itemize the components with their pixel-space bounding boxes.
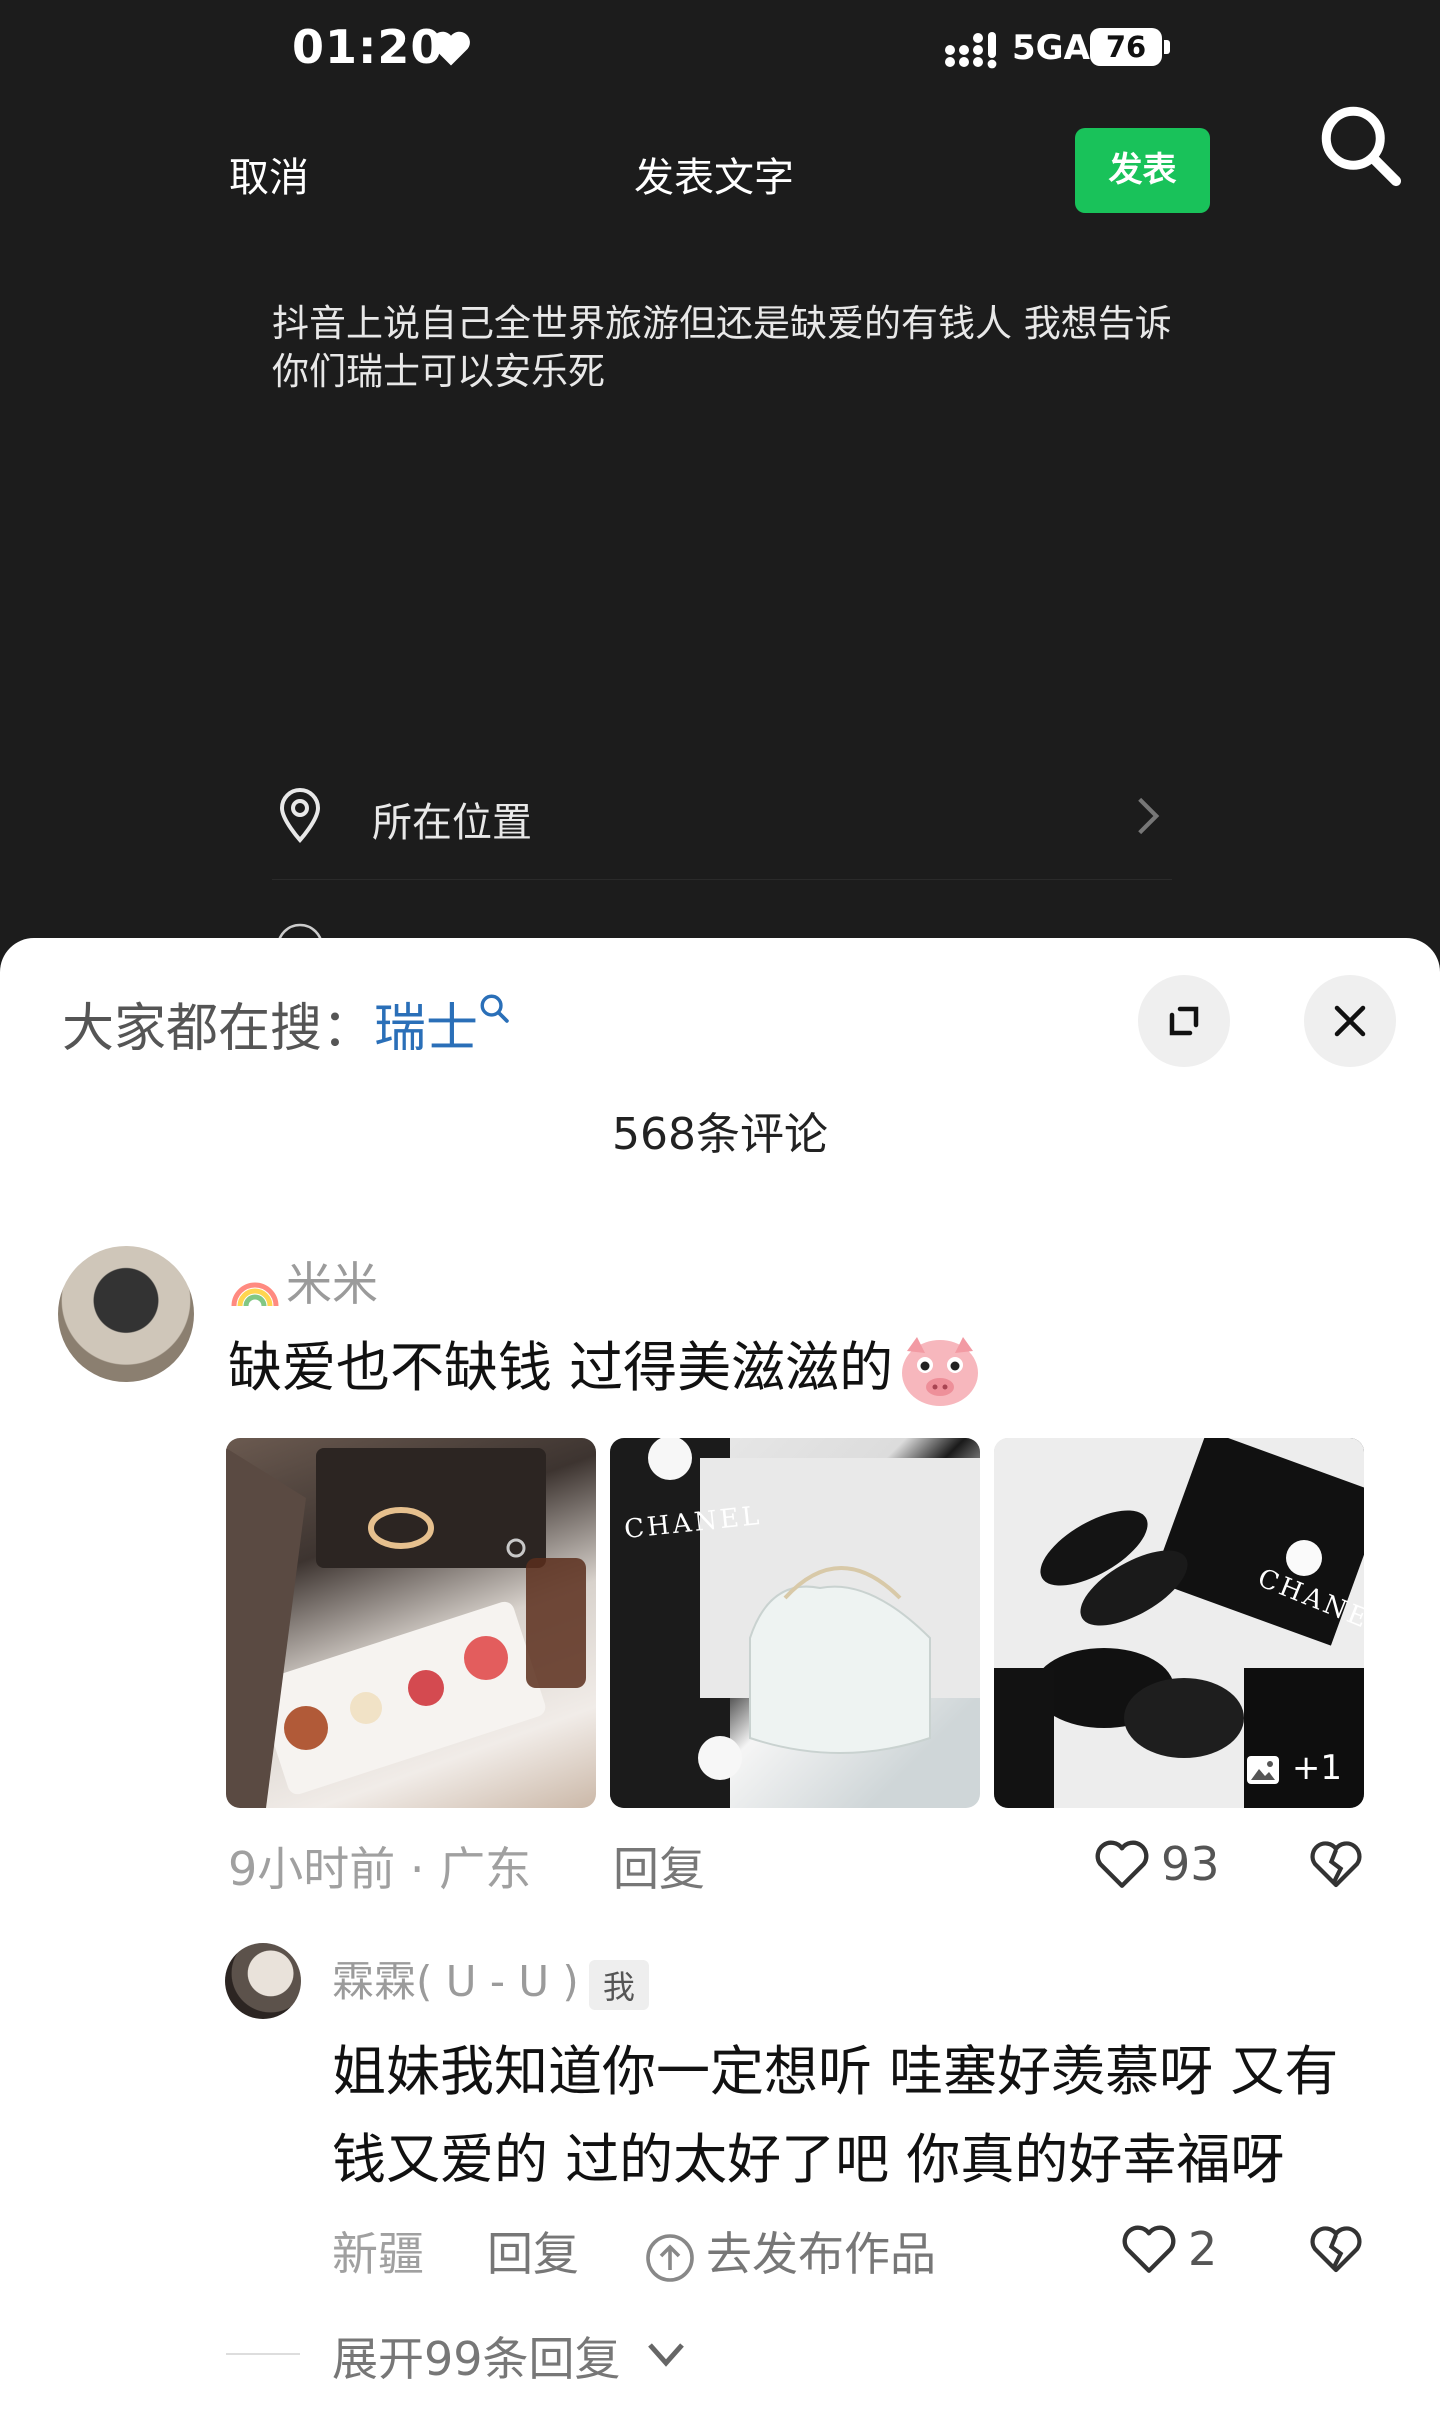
comment-sheet: 大家都在搜：瑞士 568条评论 米米 缺爱也不缺钱 过得美滋滋的 CHANEL … <box>0 938 1440 2427</box>
avatar[interactable] <box>58 1246 194 1382</box>
comment-reply-button[interactable]: 回复 <box>613 1833 705 1899</box>
hot-search-bar[interactable]: 大家都在搜：瑞士 <box>62 986 512 1061</box>
heart-icon <box>432 31 470 66</box>
search-icon[interactable] <box>1315 100 1405 190</box>
location-pin-icon <box>279 788 321 843</box>
location-row[interactable]: 所在位置 <box>272 770 1172 880</box>
more-images-badge: +1 <box>1246 1748 1342 1788</box>
location-label: 所在位置 <box>372 800 532 846</box>
post-text[interactable]: 抖音上说自己全世界旅游但还是缺爱的有钱人 我想告诉你们瑞士可以安乐死 <box>272 300 1172 396</box>
close-icon <box>1334 1005 1366 1037</box>
broken-heart-icon[interactable] <box>1308 2222 1364 2276</box>
signal-icon <box>945 32 997 69</box>
expand-icon <box>1169 1006 1199 1036</box>
comment-username[interactable]: 米米 <box>228 1248 378 1314</box>
reply-reply-button[interactable]: 回复 <box>487 2218 579 2284</box>
handbag-photo <box>610 1438 980 1808</box>
me-tag: 我 <box>588 1959 649 2010</box>
reply-username[interactable]: 霖霖( ᑌ - ᑌ ) 我 <box>332 1948 649 2010</box>
comment-meta: 9小时前 · 广东 回复 93 <box>228 1833 1398 1903</box>
comment-like-button[interactable]: 93 <box>1093 1833 1220 1891</box>
chevron-down-icon <box>648 2343 684 2367</box>
reply-text: 姐妹我知道你一定想听 哇塞好羡慕呀 又有钱又爱的 过的太好了吧 你真的好幸福呀 <box>332 2040 1339 2191</box>
reply-location: 新疆 <box>332 2227 424 2281</box>
comment-image-1[interactable] <box>226 1438 596 1808</box>
heart-outline-icon <box>1122 2225 1176 2273</box>
broken-heart-icon[interactable] <box>1308 1837 1364 1891</box>
rainbow-icon <box>231 1282 279 1306</box>
comment-like-count: 93 <box>1161 1836 1220 1891</box>
divider <box>226 2353 300 2355</box>
comment-username-text: 米米 <box>286 1257 378 1311</box>
expand-button[interactable] <box>1138 975 1230 1067</box>
post-work-label: 去发布作品 <box>706 2227 936 2281</box>
reply-username-text: 霖霖( ᑌ - ᑌ ) <box>332 1957 579 2006</box>
comment-count: 568条评论 <box>612 1109 828 1160</box>
image-icon <box>1246 1755 1279 1784</box>
battery-level: 76 <box>1090 28 1162 66</box>
post-work-button[interactable]: 去发布作品 <box>644 2218 936 2284</box>
status-time: 01:20 <box>292 20 444 74</box>
comment-time: 9小时前 <box>228 1842 396 1896</box>
hot-search-keyword[interactable]: 瑞士 <box>374 999 478 1059</box>
close-button[interactable] <box>1304 975 1396 1067</box>
reply-meta: 新疆 回复 去发布作品 2 <box>332 2218 1412 2288</box>
status-bar: 01:20 5GA 76 <box>0 0 1440 110</box>
comment-text: 缺爱也不缺钱 过得美滋滋的 <box>228 1323 983 1411</box>
chevron-right-icon <box>1138 797 1160 835</box>
compose-title: 发表文字 <box>634 155 794 201</box>
heart-outline-icon <box>1095 1840 1149 1888</box>
comment-time-location: 9小时前 · 广东 <box>228 1842 532 1896</box>
comment-text-body: 缺爱也不缺钱 过得美滋滋的 <box>228 1336 894 1399</box>
more-images-count: +1 <box>1291 1748 1342 1788</box>
publish-button[interactable]: 发表 <box>1075 128 1210 213</box>
hot-search-prefix: 大家都在搜： <box>62 999 375 1059</box>
jewelry-dessert-photo <box>226 1448 586 1808</box>
reply-avatar[interactable] <box>225 1943 301 2019</box>
battery-tip <box>1164 40 1170 54</box>
cancel-button[interactable]: 取消 <box>229 145 309 203</box>
pig-emoji-icon <box>902 1337 979 1407</box>
expand-replies-label: 展开99条回复 <box>332 2332 621 2386</box>
reply-like-button[interactable]: 2 <box>1120 2218 1217 2276</box>
comment-location: 广东 <box>439 1842 532 1896</box>
comment-image-3[interactable]: CHANEL +1 <box>994 1438 1364 1808</box>
comment-image-2[interactable]: CHANEL <box>610 1438 980 1808</box>
search-icon <box>480 994 509 1023</box>
reply-like-count: 2 <box>1188 2221 1218 2276</box>
network-type: 5GA <box>1012 28 1090 68</box>
upload-icon <box>646 2233 694 2282</box>
